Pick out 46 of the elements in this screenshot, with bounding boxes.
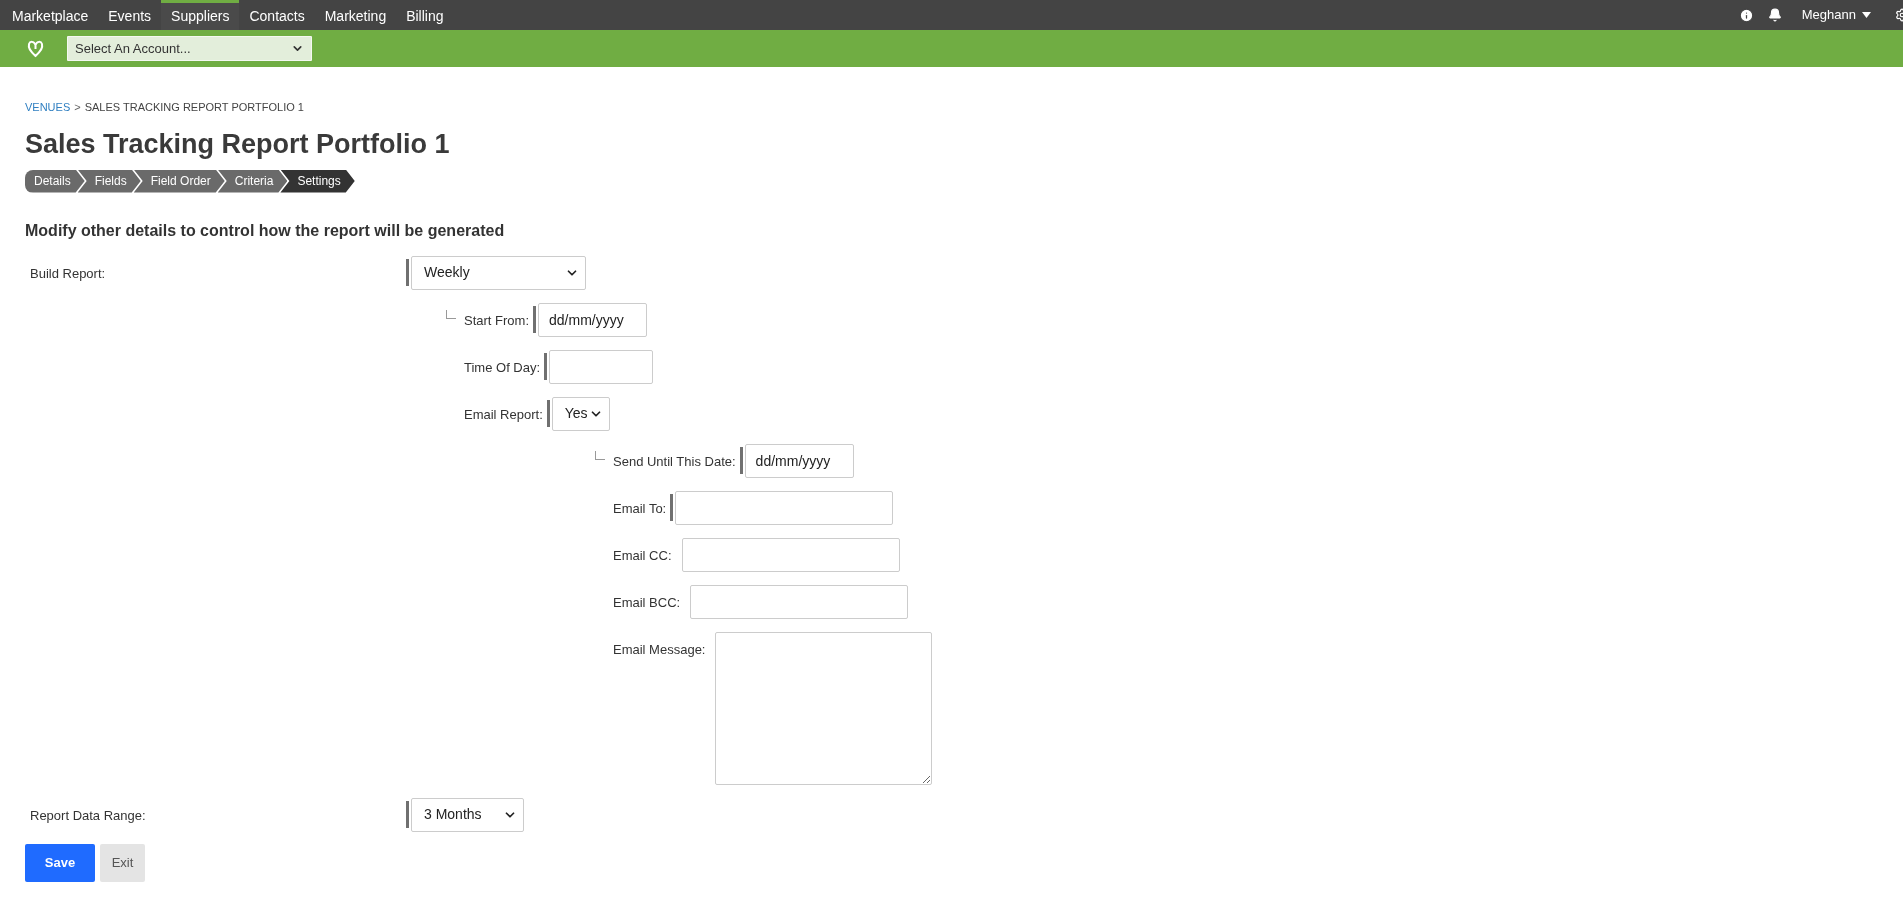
field-label: Email Report: [464,405,543,424]
info-icon[interactable] [1738,7,1754,23]
bell-icon[interactable] [1767,8,1782,22]
step-tab[interactable]: Field Order [133,169,225,193]
logo-icon [27,39,44,58]
breadcrumb-link[interactable]: VENUES [25,99,71,116]
exit-button[interactable]: Exit [100,843,145,882]
tree-connector [446,309,456,319]
field-label: Report Data Range: [29,806,147,825]
field-label: Send Until This Date: [613,452,736,471]
field-label: Email BCC: [613,593,681,612]
breadcrumb-separator: > [74,100,81,115]
step-tab[interactable]: Settings [280,169,355,193]
nav-link[interactable]: Suppliers [161,0,240,30]
email-field[interactable] [690,584,909,619]
breadcrumb-current: SALES TRACKING REPORT PORTFOLIO 1 [84,100,304,115]
nav-link[interactable]: Billing [396,0,454,30]
nav-link[interactable]: Marketplace [2,0,99,30]
page-title: Sales Tracking Report Portfolio 1 [25,127,451,161]
dropdown-select[interactable]: Weekly [411,255,586,290]
nav-link[interactable]: Events [98,0,162,30]
date-field[interactable]: dd/mm/yyyy [744,443,854,478]
caret-down-icon [1862,12,1871,18]
step-tab[interactable]: Details [25,169,85,193]
field-label: Time Of Day: [464,358,541,377]
save-button[interactable]: Save [25,843,95,882]
tree-connector [595,450,605,460]
user-menu[interactable]: Meghann [1801,5,1871,25]
nav-link[interactable]: Marketing [314,0,397,30]
message-textarea[interactable] [715,631,933,785]
dropdown-select[interactable]: 3 Months [411,797,524,832]
field-label: Email Message: [613,640,706,659]
input-field[interactable] [549,349,654,384]
date-field[interactable]: dd/mm/yyyy [538,302,647,337]
step-tab[interactable]: Fields [77,169,141,193]
email-field[interactable] [681,537,900,572]
field-label: Build Report: [29,264,107,283]
field-label: Email To: [613,499,667,518]
email-field[interactable] [675,490,894,525]
section-heading: Modify other details to control how the report will be generated [25,220,506,241]
nav-link[interactable]: Contacts [239,0,315,30]
field-label: Start From: [464,311,529,330]
account-select[interactable]: Select An Account... [67,36,312,61]
dropdown-select[interactable]: Yes [551,396,610,431]
field-label: Email CC: [613,546,672,565]
step-tab[interactable]: Criteria [217,169,288,193]
